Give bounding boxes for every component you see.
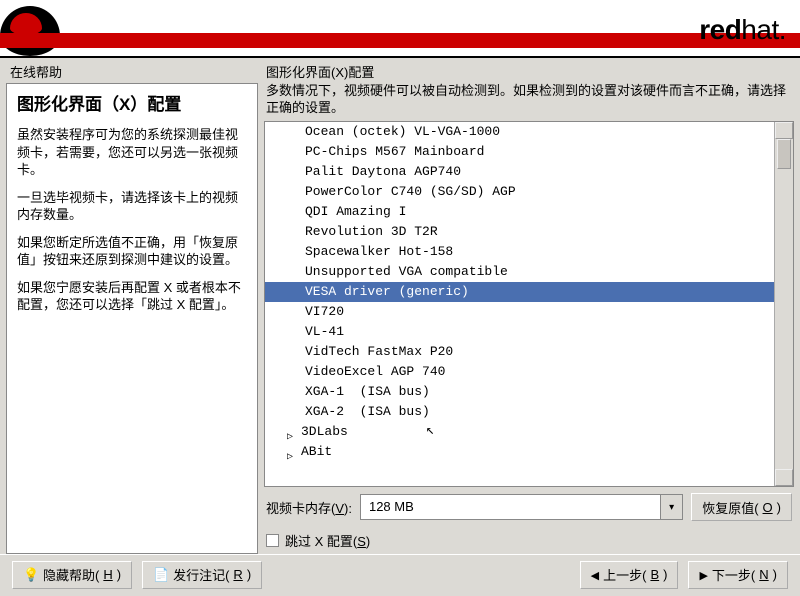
hide-help-button[interactable]: 💡隐藏帮助(H) (12, 561, 132, 589)
list-item-label: Ocean (octek) VL-VGA-1000 (305, 124, 500, 139)
help-box: 图形化界面（X）配置 虽然安装程序可为您的系统探测最佳视频卡，若需要，您还可以另… (6, 83, 258, 554)
arrow-left-icon (591, 567, 599, 582)
list-item[interactable]: PowerColor C740 (SG/SD) AGP (265, 182, 774, 202)
help-para: 一旦选毕视频卡，请选择该卡上的视频内存数量。 (17, 189, 247, 224)
skip-x-checkbox[interactable]: 跳过 X 配置(S) (264, 527, 794, 554)
list-item-label: Revolution 3D T2R (305, 224, 438, 239)
back-button[interactable]: 上一步(B) (580, 561, 679, 589)
list-item[interactable]: Revolution 3D T2R (265, 222, 774, 242)
content-pane: 图形化界面(X)配置 多数情况下，视频硬件可以被自动检测到。如果检测到的设置对该… (264, 60, 794, 554)
header: redhat. (0, 0, 800, 58)
lightbulb-icon: 💡 (23, 567, 39, 583)
list-item-label: 3DLabs (301, 424, 348, 439)
list-item-label: VI720 (305, 304, 344, 319)
list-item[interactable]: XGA-2 (ISA bus) (265, 402, 774, 422)
list-item[interactable]: Ocean (octek) VL-VGA-1000 (265, 122, 774, 142)
list-item[interactable]: Unsupported VGA compatible (265, 262, 774, 282)
expand-icon[interactable] (287, 447, 296, 456)
list-item[interactable]: Palit Daytona AGP740 (265, 162, 774, 182)
sidebar: 在线帮助 图形化界面（X）配置 虽然安装程序可为您的系统探测最佳视频卡，若需要，… (6, 60, 258, 554)
skip-x-label: 跳过 X 配置(S) (285, 531, 370, 550)
list-item-label: Spacewalker Hot-158 (305, 244, 453, 259)
red-bar (0, 33, 800, 48)
scroll-up-button[interactable] (775, 122, 793, 139)
list-item-label: PowerColor C740 (SG/SD) AGP (305, 184, 516, 199)
list-item[interactable]: Spacewalker Hot-158 (265, 242, 774, 262)
list-item[interactable]: VidTech FastMax P20 (265, 342, 774, 362)
list-item[interactable]: VI720 (265, 302, 774, 322)
list-item-label: XGA-1 (ISA bus) (305, 384, 430, 399)
list-item[interactable]: VL-41 (265, 322, 774, 342)
list-item[interactable]: XGA-1 (ISA bus) (265, 382, 774, 402)
next-button[interactable]: 下一步(N) (688, 561, 788, 589)
memory-value[interactable]: 128 MB (361, 495, 660, 519)
help-heading: 图形化界面（X）配置 (17, 94, 247, 116)
list-item[interactable]: VESA driver (generic) (265, 282, 774, 302)
list-item-label: QDI Amazing I (305, 204, 406, 219)
scrollbar[interactable] (774, 122, 793, 486)
brand-logo: redhat. (699, 14, 786, 46)
list-item-label: VESA driver (generic) (305, 284, 469, 299)
footer: 💡隐藏帮助(H) 📄发行注记(R) 上一步(B) 下一步(N) (0, 554, 800, 594)
list-item-label: Palit Daytona AGP740 (305, 164, 461, 179)
content-title: 图形化界面(X)配置 (264, 60, 794, 83)
help-title: 在线帮助 (6, 60, 258, 83)
list-item[interactable]: QDI Amazing I (265, 202, 774, 222)
list-item-label: VL-41 (305, 324, 344, 339)
document-icon: 📄 (153, 567, 169, 583)
list-item[interactable]: PC-Chips M567 Mainboard (265, 142, 774, 162)
expand-icon[interactable] (287, 427, 296, 436)
list-item-label: XGA-2 (ISA bus) (305, 404, 430, 419)
arrow-right-icon (699, 567, 707, 582)
list-item[interactable]: ABit (265, 442, 774, 462)
list-item[interactable]: 3DLabs (265, 422, 774, 442)
restore-defaults-button[interactable]: 恢复原值(O) (691, 493, 792, 521)
memory-combo[interactable]: 128 MB (360, 494, 683, 520)
help-para: 虽然安装程序可为您的系统探测最佳视频卡，若需要，您还可以另选一张视频卡。 (17, 126, 247, 179)
list-item-label: PC-Chips M567 Mainboard (305, 144, 484, 159)
scroll-thumb[interactable] (777, 139, 791, 169)
driver-list[interactable]: Ocean (octek) VL-VGA-1000 PC-Chips M567 M… (264, 121, 794, 487)
checkbox-icon[interactable] (266, 534, 279, 547)
shadowman-icon (0, 6, 60, 56)
list-item[interactable]: VideoExcel AGP 740 (265, 362, 774, 382)
list-item-label: ABit (301, 444, 332, 459)
combo-dropdown-button[interactable] (660, 495, 682, 519)
release-notes-button[interactable]: 📄发行注记(R) (142, 561, 262, 589)
list-item-label: VidTech FastMax P20 (305, 344, 453, 359)
scroll-down-button[interactable] (775, 469, 793, 486)
list-item-label: VideoExcel AGP 740 (305, 364, 445, 379)
list-item-label: Unsupported VGA compatible (305, 264, 508, 279)
content-desc: 多数情况下，视频硬件可以被自动检测到。如果检测到的设置对该硬件而言不正确，请选择… (264, 83, 794, 121)
memory-label: 视频卡内存(V): (266, 498, 352, 517)
help-para: 如果您宁愿安装后再配置 X 或者根本不配置，您还可以选择「跳过 X 配置」。 (17, 279, 247, 314)
help-para: 如果您断定所选值不正确，用「恢复原值」按钮来还原到探测中建议的设置。 (17, 234, 247, 269)
